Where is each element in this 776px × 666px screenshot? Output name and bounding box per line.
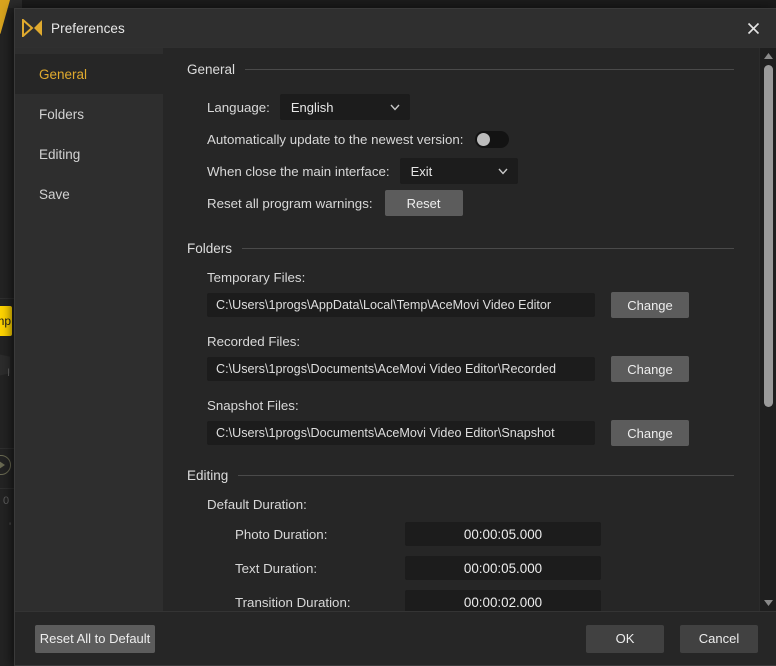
- section-divider: [242, 248, 734, 249]
- backdrop-play-icon: [0, 455, 11, 475]
- chevron-down-icon: [498, 168, 508, 175]
- folder-entry-recorded: Recorded Files: Change: [207, 334, 734, 382]
- chevron-down-icon: [390, 104, 400, 111]
- photo-duration-input[interactable]: [405, 522, 601, 546]
- sidebar-item-folders[interactable]: Folders: [15, 94, 163, 134]
- default-duration-label: Default Duration:: [207, 497, 307, 512]
- dialog-footer: Reset All to Default OK Cancel: [15, 611, 776, 665]
- snapshot-files-input[interactable]: [207, 421, 595, 445]
- reset-all-to-default-button[interactable]: Reset All to Default: [35, 624, 155, 653]
- row-reset-warnings: Reset all program warnings: Reset: [207, 187, 734, 219]
- settings-scroll-area: General Language: English Automatically …: [163, 48, 776, 611]
- sidebar-item-label: General: [39, 66, 88, 82]
- transition-duration-label: Transition Duration:: [235, 594, 351, 610]
- row-language: Language: English: [207, 91, 734, 123]
- sidebar-item-general[interactable]: General: [15, 54, 163, 94]
- reset-warnings-label: Reset all program warnings:: [207, 195, 373, 211]
- language-select[interactable]: English: [279, 94, 410, 120]
- temporary-files-row: Change: [207, 292, 734, 318]
- dialog-title: Preferences: [51, 20, 125, 36]
- temporary-files-change-button[interactable]: Change: [611, 292, 689, 318]
- dialog-body: General Folders Editing Save General Lan…: [15, 47, 776, 611]
- close-icon[interactable]: [736, 12, 770, 44]
- sidebar-item-editing[interactable]: Editing: [15, 134, 163, 174]
- snapshot-files-row: Change: [207, 420, 734, 446]
- sidebar-item-label: Save: [39, 186, 70, 202]
- section-editing: Editing Default Duration: Photo Duration…: [187, 468, 734, 611]
- recorded-files-input[interactable]: [207, 357, 595, 381]
- auto-update-toggle[interactable]: [475, 130, 510, 148]
- caret-up-icon[interactable]: [760, 49, 776, 63]
- section-editing-header: Editing: [187, 468, 734, 483]
- caret-down-icon[interactable]: [760, 596, 776, 610]
- ok-button[interactable]: OK: [586, 624, 664, 653]
- row-transition-duration: Transition Duration:: [235, 590, 734, 611]
- preferences-sidebar: General Folders Editing Save: [15, 48, 163, 611]
- row-photo-duration: Photo Duration:: [235, 522, 734, 546]
- temporary-files-label: Temporary Files:: [207, 270, 306, 285]
- preferences-dialog: Preferences General Folders Editing Save: [14, 8, 776, 666]
- on-close-value: Exit: [410, 163, 433, 179]
- folder-entry-snapshot: Snapshot Files: Change: [207, 398, 734, 446]
- cancel-button[interactable]: Cancel: [680, 624, 758, 653]
- section-folders-header: Folders: [187, 241, 734, 256]
- on-close-label: When close the main interface:: [207, 163, 390, 179]
- acemovi-logo-icon: [22, 19, 42, 37]
- section-divider: [238, 475, 734, 476]
- language-label: Language:: [207, 99, 270, 115]
- snapshot-files-label: Snapshot Files:: [207, 398, 299, 413]
- snapshot-files-change-button[interactable]: Change: [611, 420, 689, 446]
- temporary-files-input[interactable]: [207, 293, 595, 317]
- section-general-title: General: [187, 62, 236, 77]
- text-duration-label: Text Duration:: [235, 560, 318, 576]
- language-value: English: [290, 99, 334, 115]
- section-editing-title: Editing: [187, 468, 229, 483]
- sidebar-item-label: Editing: [39, 146, 81, 162]
- auto-update-label: Automatically update to the newest versi…: [207, 131, 464, 147]
- recorded-files-label: Recorded Files:: [207, 334, 301, 349]
- photo-duration-label: Photo Duration:: [235, 526, 328, 542]
- backdrop-marker-icon: ': [9, 521, 12, 533]
- transition-duration-input[interactable]: [405, 590, 601, 611]
- row-auto-update: Automatically update to the newest versi…: [207, 123, 734, 155]
- folder-entry-temporary: Temporary Files: Change: [207, 270, 734, 318]
- sidebar-item-label: Folders: [39, 106, 85, 122]
- backdrop-logo-wedge: [0, 0, 10, 34]
- text-duration-input[interactable]: [405, 556, 601, 580]
- section-folders: Folders Temporary Files: Change Recorded…: [187, 241, 734, 446]
- row-on-close: When close the main interface: Exit: [207, 155, 734, 187]
- recorded-files-row: Change: [207, 356, 734, 382]
- scrollbar-thumb[interactable]: [764, 65, 773, 407]
- recorded-files-change-button[interactable]: Change: [611, 356, 689, 382]
- backdrop-zero-label: 0: [3, 495, 10, 507]
- sidebar-item-save[interactable]: Save: [15, 174, 163, 214]
- on-close-select[interactable]: Exit: [399, 158, 518, 184]
- backdrop-import-button[interactable]: mp: [0, 306, 12, 336]
- dialog-titlebar[interactable]: Preferences: [15, 9, 776, 47]
- row-text-duration: Text Duration:: [235, 556, 734, 580]
- toggle-knob: [477, 132, 491, 146]
- section-general-header: General: [187, 62, 734, 77]
- section-divider: [245, 69, 734, 70]
- reset-warnings-button[interactable]: Reset: [384, 190, 463, 216]
- section-general: General Language: English Automatically …: [187, 62, 734, 219]
- settings-scrollbar[interactable]: [759, 48, 776, 611]
- settings-content: General Language: English Automatically …: [163, 62, 776, 611]
- backdrop-text-icon: I: [7, 367, 11, 379]
- section-folders-title: Folders: [187, 241, 233, 256]
